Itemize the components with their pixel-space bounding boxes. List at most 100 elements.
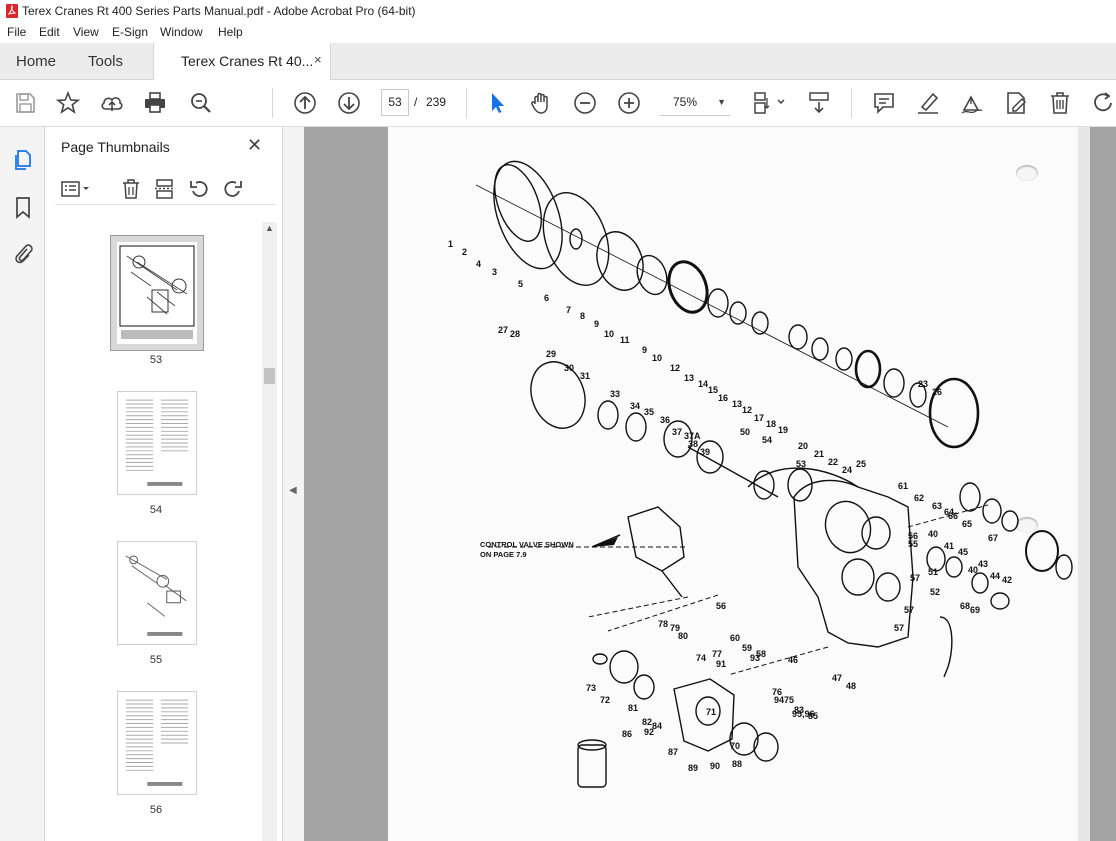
delete-icon[interactable] (1047, 90, 1073, 116)
thumbnail-preview (125, 699, 189, 786)
callout-number: 9 (642, 345, 647, 355)
callout-number: 72 (600, 695, 610, 705)
callout-number: 68 (960, 601, 970, 611)
callout-number: 77 (712, 649, 722, 659)
callout-number: 89 (688, 763, 698, 773)
tab-tools[interactable]: Tools (88, 43, 123, 80)
callout-number: 86 (622, 729, 632, 739)
menu-edit[interactable]: Edit (39, 25, 60, 39)
menu-view[interactable]: View (73, 25, 99, 39)
callout-number: 7 (566, 305, 571, 315)
annotation-line-1: CONTROL VALVE SHOWN (480, 540, 574, 549)
callout-number: 10 (604, 329, 614, 339)
bookmark-icon[interactable] (10, 194, 36, 220)
callout-number: 39 (700, 447, 710, 457)
thumbnail-page-53[interactable] (110, 235, 204, 351)
callout-number: 52 (930, 587, 940, 597)
extract-icon[interactable] (153, 177, 177, 201)
callout-number: 75 (784, 695, 794, 705)
callout-number: 88 (732, 759, 742, 769)
callout-number: 62 (914, 493, 924, 503)
rotate-icon[interactable] (1091, 90, 1116, 116)
highlight-icon[interactable] (915, 90, 941, 116)
callout-number: 8 (580, 311, 585, 321)
callout-number: 51 (928, 567, 938, 577)
menu-help[interactable]: Help (218, 25, 243, 39)
callout-number: 56 (908, 531, 918, 541)
callout-number: 22 (828, 457, 838, 467)
callout-number: 33 (610, 389, 620, 399)
thumbnail-page-56[interactable] (117, 691, 197, 795)
callout-number: 6 (544, 293, 549, 303)
thumbnail-page-54[interactable] (117, 391, 197, 495)
callout-number: 94 (774, 695, 784, 705)
close-panel-icon[interactable]: ✕ (247, 135, 262, 156)
star-icon[interactable] (55, 90, 81, 116)
collapse-panel-icon[interactable]: ◀ (289, 485, 297, 496)
window-title: Terex Cranes Rt 400 Series Parts Manual.… (22, 4, 416, 18)
page-edge (1078, 127, 1090, 841)
menu-bar: File Edit View E-Sign Window Help (0, 22, 1116, 43)
prev-page-icon[interactable] (292, 90, 318, 116)
callout-number: 26 (932, 387, 942, 397)
toolbar-separator (466, 88, 467, 118)
callout-number: 2 (462, 247, 467, 257)
delete-page-icon[interactable] (119, 177, 143, 201)
menu-window[interactable]: Window (160, 25, 203, 39)
callout-number: 30 (564, 363, 574, 373)
callout-number: 82 (642, 717, 652, 727)
callout-number: 43 (978, 559, 988, 569)
upload-icon[interactable] (99, 90, 125, 116)
comment-icon[interactable] (871, 90, 897, 116)
callout-number: 78 (658, 619, 668, 629)
edit-icon[interactable] (1003, 90, 1029, 116)
save-icon[interactable] (12, 90, 38, 116)
callout-number: 70 (730, 741, 740, 751)
callout-number: 61 (898, 481, 908, 491)
find-icon[interactable] (188, 90, 214, 116)
navigation-rail (0, 127, 45, 841)
document-view[interactable]: 1 2 3 4 5 6 7 8 9 9 10 10 11 12 12 13 13… (304, 127, 1116, 841)
next-page-icon[interactable] (336, 90, 362, 116)
tab-document[interactable]: Terex Cranes Rt 40... × (153, 43, 331, 81)
callout-number: 21 (814, 449, 824, 459)
redo-icon[interactable] (221, 177, 245, 201)
zoom-value: 75% (673, 95, 698, 109)
zoom-out-icon[interactable] (572, 90, 598, 116)
main-toolbar: 53 / 239 75% ▼ (0, 80, 1116, 127)
zoom-in-icon[interactable] (616, 90, 642, 116)
zoom-select[interactable]: 75% ▼ (660, 89, 730, 116)
callout-number: 9 (594, 319, 599, 329)
attachment-icon[interactable] (10, 240, 36, 266)
panel-title: Page Thumbnails (61, 139, 170, 155)
callout-number: 40 (928, 529, 938, 539)
print-icon[interactable] (142, 90, 168, 116)
page-separator: / (414, 95, 418, 109)
page-thumbnails-panel: Page Thumbnails ✕ ▲ 53 54 55 56 (45, 127, 283, 841)
select-arrow-icon[interactable] (484, 90, 510, 116)
scroll-mode-icon[interactable] (752, 90, 788, 116)
page-thumbnails-icon[interactable] (10, 147, 36, 173)
callout-number: 31 (580, 371, 590, 381)
callout-number: 35 (644, 407, 654, 417)
options-icon[interactable] (59, 177, 93, 201)
page-number-input[interactable]: 53 (381, 89, 409, 116)
menu-esign[interactable]: E-Sign (112, 25, 148, 39)
undo-icon[interactable] (187, 177, 211, 201)
callout-number: 67 (988, 533, 998, 543)
close-tab-icon[interactable]: × (314, 52, 322, 67)
thumbnail-list: 53 54 55 56 (45, 217, 283, 841)
thumbnail-preview (125, 399, 189, 486)
sign-icon[interactable] (959, 90, 985, 116)
thumbnail-page-55[interactable] (117, 541, 197, 645)
callout-number: 74 (696, 653, 706, 663)
callout-number: 40 (968, 565, 978, 575)
hand-icon[interactable] (528, 90, 554, 116)
menu-file[interactable]: File (7, 25, 26, 39)
read-mode-icon[interactable] (806, 90, 832, 116)
callout-number: 87 (668, 747, 678, 757)
callout-number: 65 (962, 519, 972, 529)
callout-number: 29 (546, 349, 556, 359)
panel-splitter[interactable]: ◀ (283, 127, 304, 841)
tab-home[interactable]: Home (16, 43, 56, 80)
